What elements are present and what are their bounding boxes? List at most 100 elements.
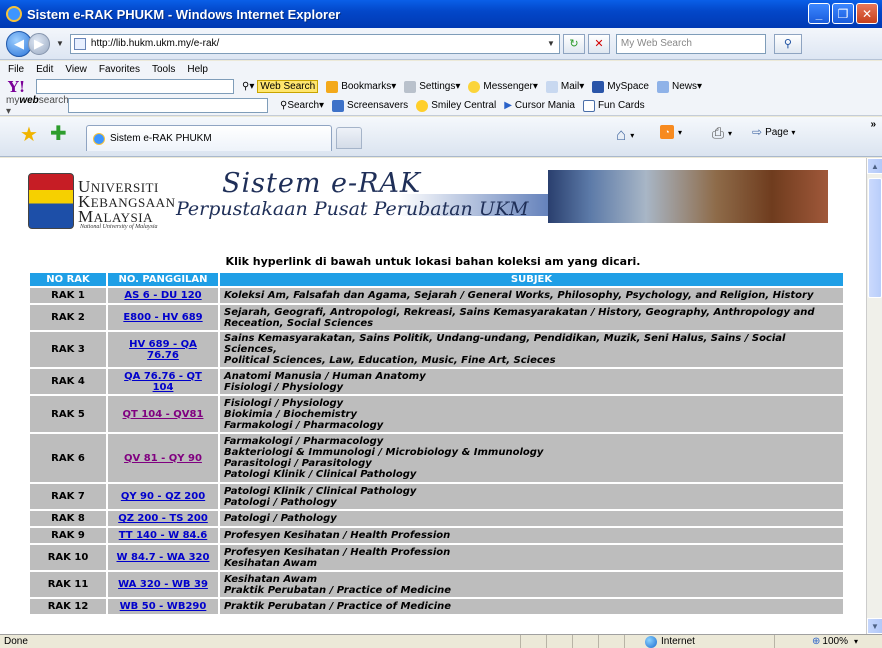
menu-favorites[interactable]: Favorites (99, 64, 140, 75)
subject-line: Patologi Klinik / Clinical Pathology (224, 485, 417, 497)
status-segment (520, 634, 546, 648)
favorites-star-icon[interactable]: ★ (20, 125, 38, 145)
menu-file[interactable]: File (8, 64, 24, 75)
call-number-cell: QA 76.76 - QT 104 (108, 369, 218, 394)
call-number-cell: QY 90 - QZ 200 (108, 484, 218, 509)
scroll-thumb[interactable] (868, 178, 882, 298)
mywebsearch-input[interactable] (68, 98, 268, 113)
add-favorites-icon[interactable]: ✚ (50, 124, 67, 144)
ie-logo-icon (6, 6, 22, 22)
mywebsearch-toolbar: mywebsearch ▾ ⚲ Search ▾ Screensavers Smi… (0, 95, 882, 117)
new-tab-button[interactable] (336, 127, 362, 149)
address-bar[interactable]: http://lib.hukm.ukm.my/e-rak/ ▼ (69, 33, 560, 54)
settings-icon (404, 80, 417, 93)
yahoo-search-icon[interactable]: ⚲▾ (242, 81, 254, 92)
feeds-button[interactable]: ◔ ▾ (660, 125, 682, 139)
minimize-button[interactable]: _ (808, 3, 830, 24)
tab-sistem-erak[interactable]: Sistem e-RAK PHUKM (86, 125, 332, 151)
subject-line: Profesyen Kesihatan / Health Profession (224, 546, 451, 558)
yahoo-logo-icon[interactable]: Y! (8, 78, 36, 96)
subject-line: Fisiologi / Physiology (224, 397, 344, 409)
zoom-control[interactable]: ⊕ 100% ▾ (774, 634, 864, 648)
scroll-up-button[interactable]: ▲ (867, 158, 882, 174)
header-no-rak: NO RAK (30, 273, 106, 286)
home-button[interactable]: ⌂ ▾ (616, 125, 634, 145)
myspace-button[interactable]: MySpace (592, 80, 649, 93)
call-number-link[interactable]: QA 76.76 - QT 104 (124, 371, 202, 393)
page-menu-button[interactable]: ⇨ Page ▾ (752, 125, 795, 139)
call-number-cell: QV 81 - QY 90 (108, 434, 218, 482)
menu-view[interactable]: View (65, 64, 87, 75)
call-number-link[interactable]: WA 320 - WB 39 (118, 579, 208, 590)
mail-icon (545, 80, 558, 93)
screensavers-button[interactable]: Screensavers (332, 99, 408, 112)
messenger-button[interactable]: Messenger ▾ (468, 80, 538, 93)
call-number-cell: WB 50 - WB290 (108, 599, 218, 614)
call-number-link[interactable]: HV 689 - QA 76.76 (129, 339, 197, 361)
instruction-text: Klik hyperlink di bawah untuk lokasi bah… (225, 255, 641, 268)
table-row: RAK 9 TT 140 - W 84.6 Profesyen Kesihatan … (30, 528, 843, 543)
vertical-scrollbar[interactable]: ▲ ▼ (866, 158, 882, 634)
recent-pages-dropdown-icon[interactable]: ▼ (56, 39, 64, 48)
window-title: Sistem e-RAK PHUKM - Windows Internet Ex… (27, 6, 341, 22)
page-menu-label: Page (765, 126, 789, 138)
mail-button[interactable]: Mail ▾ (545, 80, 584, 93)
address-dropdown-icon[interactable]: ▼ (547, 39, 555, 48)
mws-search-button[interactable]: ⚲ Search ▾ (280, 100, 324, 111)
call-number-link[interactable]: E800 - HV 689 (123, 312, 202, 323)
address-row: ◀ ▶ ▼ http://lib.hukm.ukm.my/e-rak/ ▼ ↻ … (0, 28, 882, 60)
search-icon: ⚲ (783, 38, 792, 50)
security-zone[interactable]: Internet (624, 634, 774, 648)
bookmarks-button[interactable]: Bookmarks ▾ (326, 80, 396, 93)
forward-button[interactable]: ▶ (28, 32, 50, 55)
search-go-button[interactable]: ⚲ (773, 33, 802, 54)
page-icon-cmd: ⇨ (752, 125, 763, 139)
web-search-button[interactable]: Web Search (257, 80, 319, 93)
news-button[interactable]: News ▾ (656, 80, 702, 93)
yahoo-toolbar: Y! ⚲▾ Web Search Bookmarks ▾ Settings ▾ Me… (0, 77, 882, 96)
subject-line: Parasitologi / Parasitology (224, 458, 372, 469)
call-number-cell: HV 689 - QA 76.76 (108, 332, 218, 367)
bookmarks-icon (326, 80, 339, 93)
maximize-button[interactable]: ❐ (832, 3, 854, 24)
subject-line: Patologi / Pathology (224, 513, 337, 524)
cursor-mania-button[interactable]: ▶ Cursor Mania (504, 100, 575, 111)
call-number-link[interactable]: QY 90 - QZ 200 (121, 491, 205, 502)
refresh-button[interactable]: ↻ (562, 33, 585, 54)
banner: UNIVERSITI KEBANGSAAN MALAYSIA National … (28, 168, 828, 235)
scroll-down-button[interactable]: ▼ (867, 618, 882, 634)
call-number-link[interactable]: TT 140 - W 84.6 (119, 530, 208, 541)
table-row: RAK 3 HV 689 - QA 76.76 Sains Kemasyarakat… (30, 332, 843, 367)
zoom-level: 100% (822, 636, 848, 647)
menu-edit[interactable]: Edit (36, 64, 53, 75)
print-button[interactable]: ⎙ ▾ (712, 125, 732, 142)
subject-cell: Patologi Klinik / Clinical Pathology Pato… (220, 484, 843, 509)
call-number-link[interactable]: W 84.7 - WA 320 (117, 552, 210, 563)
subject-cell: Sejarah, Geografi, Antropologi, Rekreasi… (220, 305, 843, 330)
stop-button[interactable]: ✕ (587, 33, 610, 54)
news-label: News (671, 81, 697, 92)
close-button[interactable]: ✕ (856, 3, 878, 24)
menu-tools[interactable]: Tools (152, 64, 175, 75)
subject-cell: Anatomi Manusia / Human Anatomy Fisiologi… (220, 369, 843, 394)
subject-line: Praktik Perubatan / Practice of Medicine (224, 584, 452, 596)
call-number-link[interactable]: QT 104 - QV81 (123, 409, 204, 420)
search-input[interactable]: My Web Search (615, 33, 766, 54)
settings-button[interactable]: Settings ▾ (404, 80, 460, 93)
menu-help[interactable]: Help (187, 64, 208, 75)
smiley-central-button[interactable]: Smiley Central (416, 99, 496, 112)
table-row: RAK 8 QZ 200 - TS 200 Patologi / Pathology (30, 511, 843, 526)
fun-cards-button[interactable]: Fun Cards (582, 99, 645, 112)
fun-cards-icon (582, 99, 595, 112)
toolbar-overflow-icon[interactable]: » (870, 119, 876, 130)
call-number-link[interactable]: WB 50 - WB290 (120, 601, 207, 612)
tab-row: ★ ✚ Sistem e-RAK PHUKM ⌂ ▾ ◔ ▾ ⎙ ▾ ⇨ Page ▾ » (0, 117, 882, 157)
call-number-cell: TT 140 - W 84.6 (108, 528, 218, 543)
mywebsearch-logo[interactable]: mywebsearch ▾ (6, 95, 69, 117)
yahoo-search-input[interactable] (36, 79, 234, 94)
call-number-link[interactable]: AS 6 - DU 120 (124, 290, 201, 301)
call-number-link[interactable]: QV 81 - QY 90 (124, 453, 202, 464)
call-number-link[interactable]: QZ 200 - TS 200 (118, 513, 208, 524)
subject-line: Praktik Perubatan / Practice of Medicine (224, 601, 452, 612)
zoom-dropdown-icon: ▾ (853, 637, 858, 646)
